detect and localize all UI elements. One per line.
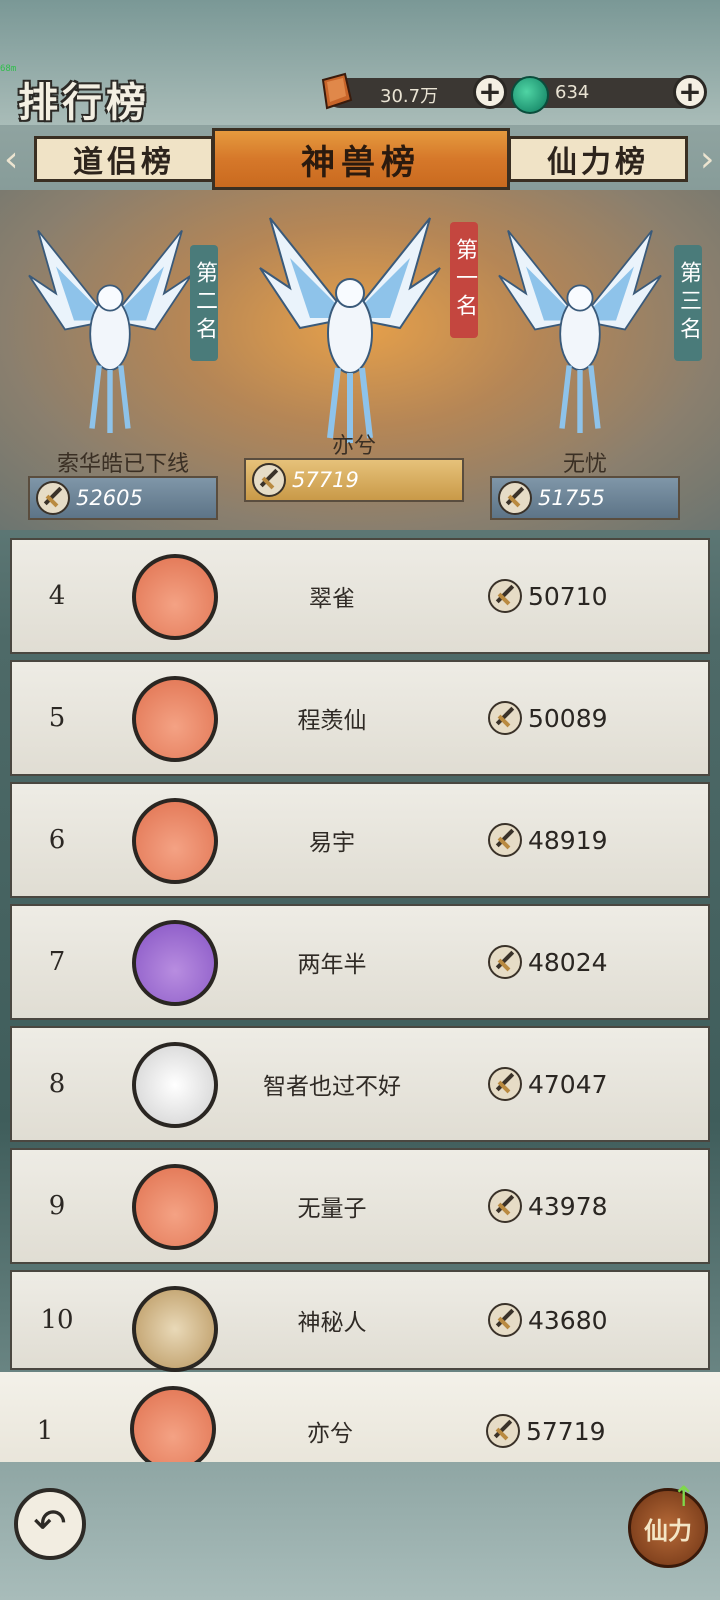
- table-row[interactable]: 7 两年半 48024: [10, 904, 710, 1020]
- phoenix-rank2-image[interactable]: [20, 210, 200, 440]
- row-rank: 4: [48, 581, 66, 611]
- sword-icon: [488, 1189, 522, 1223]
- rank1-name: 亦兮: [331, 434, 376, 459]
- row-name: 神秘人: [297, 1310, 367, 1336]
- sword-icon: [486, 1414, 520, 1448]
- tab-daolv[interactable]: 道侣榜: [34, 136, 214, 182]
- lion-avatar-icon[interactable]: [132, 1286, 218, 1372]
- sword-icon: [488, 945, 522, 979]
- copper-ingot-icon: [321, 72, 353, 110]
- sword-icon: [488, 1303, 522, 1337]
- rank2-score: 52605: [76, 486, 143, 510]
- currency-bar: 30.7万 + 634 +: [321, 72, 707, 114]
- row-score: 48024: [482, 906, 608, 1018]
- row-rank: 8: [48, 1069, 66, 1099]
- table-row[interactable]: 8 智者也过不好 47047: [10, 1026, 710, 1142]
- xianli-button[interactable]: 仙力: [628, 1488, 708, 1568]
- tab-bar: 道侣榜 仙力榜 神兽榜: [0, 128, 720, 190]
- sword-icon: [498, 481, 532, 515]
- table-row[interactable]: 6 易宇 48919: [10, 782, 710, 898]
- copper-amount: 30.7万: [380, 86, 439, 107]
- row-score: 50710: [482, 540, 608, 652]
- row-rank: 5: [48, 703, 66, 733]
- back-arrow-icon: ↶: [33, 1501, 67, 1547]
- rank2-ribbon: 第二名: [190, 245, 218, 361]
- row-rank: 10: [40, 1305, 74, 1335]
- row-rank: 6: [48, 825, 66, 855]
- row-score: 50089: [482, 662, 608, 774]
- table-row[interactable]: 9 无量子 43978: [10, 1148, 710, 1264]
- row-rank: 7: [48, 947, 66, 977]
- sword-icon: [252, 463, 286, 497]
- sword-icon: [36, 481, 70, 515]
- rank1-score-box: 57719: [244, 458, 464, 502]
- sword-icon: [488, 579, 522, 613]
- add-copper-button[interactable]: +: [473, 75, 507, 109]
- row-score: 43680: [482, 1272, 608, 1368]
- row-name: 程羡仙: [297, 708, 367, 734]
- bottom-bar: [0, 1462, 720, 1600]
- phoenix-avatar-icon[interactable]: [132, 1164, 218, 1250]
- sword-icon: [488, 701, 522, 735]
- sword-icon: [488, 823, 522, 857]
- row-name: 无量子: [297, 1196, 367, 1222]
- table-row[interactable]: 5 程羡仙 50089: [10, 660, 710, 776]
- up-arrow-icon: ↑: [672, 1480, 696, 1513]
- phoenix-avatar-icon[interactable]: [132, 920, 218, 1006]
- phoenix-avatar-icon[interactable]: [132, 798, 218, 884]
- tab-shenshou[interactable]: 神兽榜: [212, 128, 510, 190]
- tab-xianli[interactable]: 仙力榜: [508, 136, 688, 182]
- row-name: 两年半: [297, 952, 367, 978]
- add-jade-button[interactable]: +: [673, 75, 707, 109]
- row-score: 43978: [482, 1150, 608, 1262]
- fps-readout: 68m: [0, 64, 17, 74]
- tiger-avatar-icon[interactable]: [132, 1042, 218, 1128]
- phoenix-avatar-icon[interactable]: [132, 676, 218, 762]
- rank3-name: 无忧: [562, 452, 607, 477]
- row-score: 47047: [482, 1028, 608, 1140]
- rank3-ribbon: 第三名: [674, 245, 702, 361]
- rank2-name: 索华皓已下线: [56, 452, 189, 477]
- rank2-score-box: 52605: [28, 476, 218, 520]
- jade-icon: [511, 76, 549, 114]
- rank3-score: 51755: [538, 486, 605, 510]
- page-title: 排行榜: [18, 79, 150, 126]
- rank1-ribbon: 第一名: [450, 222, 478, 338]
- phoenix-avatar-icon[interactable]: [130, 1386, 216, 1472]
- sword-icon: [488, 1067, 522, 1101]
- jade-amount: 634: [555, 82, 590, 103]
- rank1-score: 57719: [292, 468, 359, 492]
- rank3-score-box: 51755: [490, 476, 680, 520]
- row-score: 48919: [482, 784, 608, 896]
- table-row[interactable]: 4 翠雀 50710: [10, 538, 710, 654]
- phoenix-rank1-image[interactable]: [250, 198, 450, 448]
- row-rank: 9: [48, 1191, 66, 1221]
- table-row[interactable]: 10 神秘人 43680: [10, 1270, 710, 1372]
- phoenix-avatar-icon[interactable]: [132, 554, 218, 640]
- phoenix-rank3-image[interactable]: [490, 210, 670, 440]
- back-button[interactable]: ↶: [14, 1488, 86, 1560]
- row-name: 翠雀: [309, 586, 355, 612]
- row-name: 智者也过不好: [263, 1074, 401, 1100]
- row-name: 易宇: [309, 830, 355, 856]
